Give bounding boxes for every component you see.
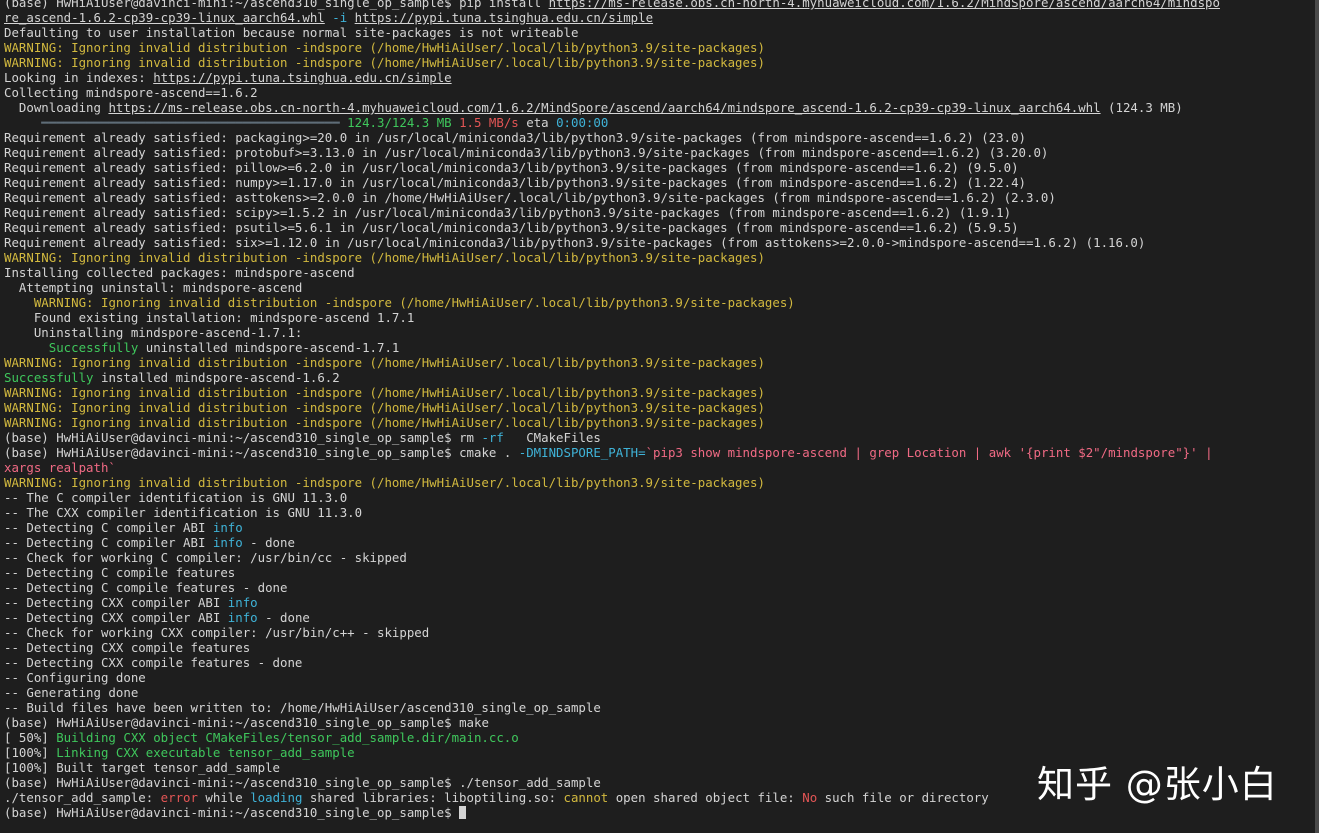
index-flag: -i [332,10,348,25]
requirement-line: Requirement already satisfied: psutil>=5… [4,220,1019,235]
shell-prompt: (base) HwHiAiUser@davinci-mini:~/ascend3… [4,430,460,445]
watermark: 知乎 @张小白 [1037,763,1278,806]
terminal-line: Found existing installation: mindspore-a… [4,310,415,325]
success-word: Successfully [48,340,139,355]
terminal-line: (base) HwHiAiUser@davinci-mini:~/ascend3… [0,0,1315,10]
terminal-line: (base) HwHiAiUser@davinci-mini:~/ascend3… [4,715,489,730]
index-url-link[interactable]: https://pypi.tuna.tsinghua.edu.cn/simple [153,70,451,85]
requirement-line: Requirement already satisfied: protobuf>… [4,145,1049,160]
shell-prompt: (base) HwHiAiUser@davinci-mini:~/ascend3… [4,445,460,460]
progress-bar: ━━━━━━━━━━━━━━━━━━━━━━━━━━━━━━━━━━━━━━━━ [4,115,340,130]
terminal-line: Defaulting to user installation because … [4,25,579,40]
warning-line: WARNING: Ignoring invalid distribution -… [4,355,765,370]
requirement-line: Requirement already satisfied: asttokens… [4,190,1056,205]
warning-line: WARNING: Ignoring invalid distribution -… [4,250,765,265]
progress-speed: 1.5 MB/s [459,115,519,130]
wheel-url-link[interactable]: re_ascend-1.6.2-cp39-cp39-linux_aarch64.… [4,10,325,25]
terminal-line: re_ascend-1.6.2-cp39-cp39-linux_aarch64.… [0,10,1315,25]
cmake-output-line: -- Detecting C compiler ABI info - done [4,535,295,550]
download-progress-line: ━━━━━━━━━━━━━━━━━━━━━━━━━━━━━━━━━━━━━━━━… [0,115,1315,130]
terminal-line: xargs realpath` [4,460,116,475]
terminal-line: Installing collected packages: mindspore… [4,265,355,280]
index-url-link[interactable]: https://pypi.tuna.tsinghua.edu.cn/simple [355,10,653,25]
shell-prompt: (base) HwHiAiUser@davinci-mini:~/ascend3… [4,775,460,790]
progress-eta-label: eta [526,115,549,130]
warning-line: WARNING: Ignoring invalid distribution -… [33,295,795,310]
warning-line: WARNING: Ignoring invalid distribution -… [4,40,765,55]
terminal-line: Successfully installed mindspore-ascend-… [4,370,340,385]
requirement-line: Requirement already satisfied: six>=1.12… [4,235,1146,250]
make-output-line: [ 50%] Building CXX object CMakeFiles/te… [4,730,519,745]
terminal-line: Collecting mindspore-ascend==1.6.2 [4,85,258,100]
cmake-output-line: -- Generating done [4,685,139,700]
cmake-output-line: -- Detecting CXX compiler ABI info - don… [4,610,310,625]
cmake-output-line: -- The C compiler identification is GNU … [4,490,348,505]
progress-size: 124.3/124.3 MB [347,115,452,130]
wheel-url-link[interactable]: https://ms-release.obs.cn-north-4.myhuaw… [549,0,1220,10]
cmake-output-line: -- Build files have been written to: /ho… [4,700,601,715]
terminal-line: Downloading https://ms-release.obs.cn-no… [4,100,1183,115]
warning-line: WARNING: Ignoring invalid distribution -… [4,55,765,70]
warning-line: WARNING: Ignoring invalid distribution -… [4,475,765,490]
cmake-output-line: -- Detecting CXX compiler ABI info [4,595,258,610]
download-url-link[interactable]: https://ms-release.obs.cn-north-4.myhuaw… [108,100,1100,115]
success-word: Successfully [4,370,94,385]
terminal-window[interactable]: (base) HwHiAiUser@davinci-mini:~/ascend3… [0,0,1319,833]
cmake-output-line: -- Detecting C compile features - done [4,580,288,595]
terminal-line: (base) HwHiAiUser@davinci-mini:~/ascend3… [4,430,601,445]
shell-prompt: (base) HwHiAiUser@davinci-mini:~/ascend3… [4,715,460,730]
terminal-line: Looking in indexes: https://pypi.tuna.ts… [4,70,452,85]
terminal-line: Uninstalling mindspore-ascend-1.7.1: [4,325,303,340]
warning-line: WARNING: Ignoring invalid distribution -… [4,400,765,415]
requirement-line: Requirement already satisfied: scipy>=1.… [4,205,1012,220]
text-cursor [459,806,467,819]
terminal-line: Attempting uninstall: mindspore-ascend [4,280,303,295]
terminal-line: (base) HwHiAiUser@davinci-mini:~/ascend3… [4,445,1213,460]
shell-prompt: (base) HwHiAiUser@davinci-mini:~/ascend3… [4,805,460,820]
warning-line: WARNING: Ignoring invalid distribution -… [4,415,765,430]
terminal-line: Successfully uninstalled mindspore-ascen… [48,340,400,355]
cmake-output-line: -- The CXX compiler identification is GN… [4,505,363,520]
cmake-output-line: -- Check for working CXX compiler: /usr/… [4,625,430,640]
pip-command: pip install [459,0,549,10]
requirement-line: Requirement already satisfied: packaging… [4,130,1026,145]
shell-prompt: (base) HwHiAiUser@davinci-mini:~/ascend3… [4,0,460,10]
cmake-output-line: -- Detecting C compiler ABI info [4,520,243,535]
cmake-output-line: -- Configuring done [4,670,146,685]
cmake-output-line: -- Detecting CXX compile features [4,640,251,655]
cmake-output-line: -- Check for working C compiler: /usr/bi… [4,550,407,565]
requirement-line: Requirement already satisfied: numpy>=1.… [4,175,1026,190]
requirement-line: Requirement already satisfied: pillow>=6… [4,160,1019,175]
cmake-output-line: -- Detecting C compile features [4,565,236,580]
warning-line: WARNING: Ignoring invalid distribution -… [4,385,765,400]
cmake-output-line: -- Detecting CXX compile features - done [4,655,303,670]
progress-eta: 0:00:00 [556,115,609,130]
